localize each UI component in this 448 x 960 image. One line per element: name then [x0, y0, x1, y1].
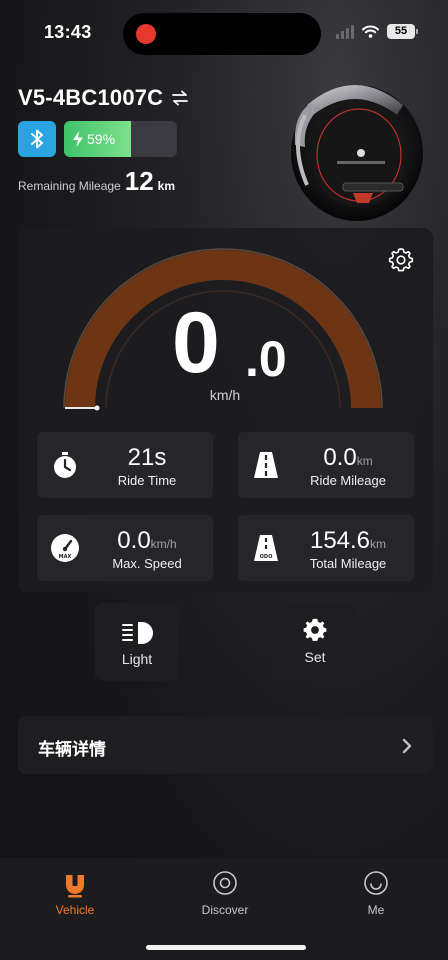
vehicle-battery-bar: 59% [64, 121, 177, 157]
ride-mileage-unit: km [356, 454, 373, 468]
status-icons: 55 [336, 24, 418, 39]
light-button-label: Light [121, 651, 153, 667]
ride-time-value: 21s [127, 444, 167, 471]
svg-text:ODO: ODO [260, 554, 273, 560]
tab-me[interactable]: Me [316, 868, 436, 924]
remaining-mileage-label: Remaining Mileage [18, 179, 121, 193]
speed-value-integer: 0 [172, 295, 220, 391]
max-speed-label: Max. Speed [112, 556, 182, 571]
max-speed-unit: km/h [150, 537, 177, 551]
discover-icon [213, 871, 237, 895]
remaining-mileage: Remaining Mileage 12 km [18, 166, 175, 197]
light-button[interactable]: Light [95, 603, 179, 681]
home-indicator[interactable] [146, 945, 306, 950]
total-mileage-label: Total Mileage [309, 556, 387, 571]
vehicle-details-row[interactable]: 车辆详情 [18, 716, 433, 774]
road-icon [254, 452, 278, 478]
set-button[interactable]: Set [273, 603, 357, 681]
status-battery-level: 55 [387, 24, 415, 39]
svg-text:MAX: MAX [59, 554, 72, 560]
device-name: V5-4BC1007C [18, 85, 164, 110]
dynamic-island [123, 13, 321, 55]
chevron-right-icon [402, 738, 412, 754]
bluetooth-icon [31, 129, 43, 149]
recording-indicator-icon [136, 24, 156, 44]
stat-ride-time: 21s Ride Time [37, 432, 213, 498]
settings-gear-icon [303, 618, 327, 641]
ride-mileage-value: 0.0 [323, 444, 357, 471]
switch-device-icon[interactable] [171, 89, 189, 107]
tab-discover-label: Discover [201, 903, 249, 917]
device-selector[interactable]: V5-4BC1007C [18, 85, 189, 111]
speed-unit: km/h [209, 387, 241, 403]
tab-me-label: Me [367, 903, 385, 917]
set-button-label: Set [304, 649, 326, 665]
total-mileage-value: 154.6 [309, 527, 371, 554]
cellular-signal-icon [336, 24, 354, 39]
stopwatch-icon [54, 452, 76, 478]
total-mileage-unit: km [370, 537, 387, 551]
status-battery-icon: 55 [387, 24, 418, 39]
remaining-mileage-value: 12 [124, 166, 154, 196]
unicycle-image [291, 85, 423, 221]
bluetooth-status[interactable] [18, 121, 56, 157]
status-time: 13:43 [44, 22, 92, 42]
ride-mileage-label: Ride Mileage [310, 473, 386, 488]
odometer-road-icon: ODO [254, 535, 278, 561]
tab-vehicle[interactable]: Vehicle [15, 868, 135, 924]
smiley-profile-icon [364, 871, 388, 895]
remaining-mileage-unit: km [157, 179, 175, 193]
speedometer-icon: MAX [51, 534, 79, 562]
headlight-icon [122, 622, 153, 644]
vehicle-details-label: 车辆详情 [38, 740, 106, 759]
charging-bolt-icon [73, 131, 83, 147]
stat-total-mileage: ODO 154.6km Total Mileage [238, 515, 414, 581]
vehicle-battery-percent: 59% [87, 131, 116, 147]
stat-ride-mileage: 0.0km Ride Mileage [238, 432, 414, 498]
speed-value-decimal: .0 [245, 331, 287, 387]
tab-vehicle-label: Vehicle [55, 903, 95, 917]
vehicle-battery-fill: 59% [64, 121, 131, 157]
stat-max-speed: MAX 0.0km/h Max. Speed [37, 515, 213, 581]
max-speed-value: 0.0 [117, 527, 151, 554]
gear-icon[interactable] [388, 247, 414, 273]
ride-time-label: Ride Time [117, 473, 177, 488]
wifi-icon [362, 25, 379, 38]
vehicle-icon [66, 874, 84, 898]
tab-discover[interactable]: Discover [165, 868, 285, 924]
